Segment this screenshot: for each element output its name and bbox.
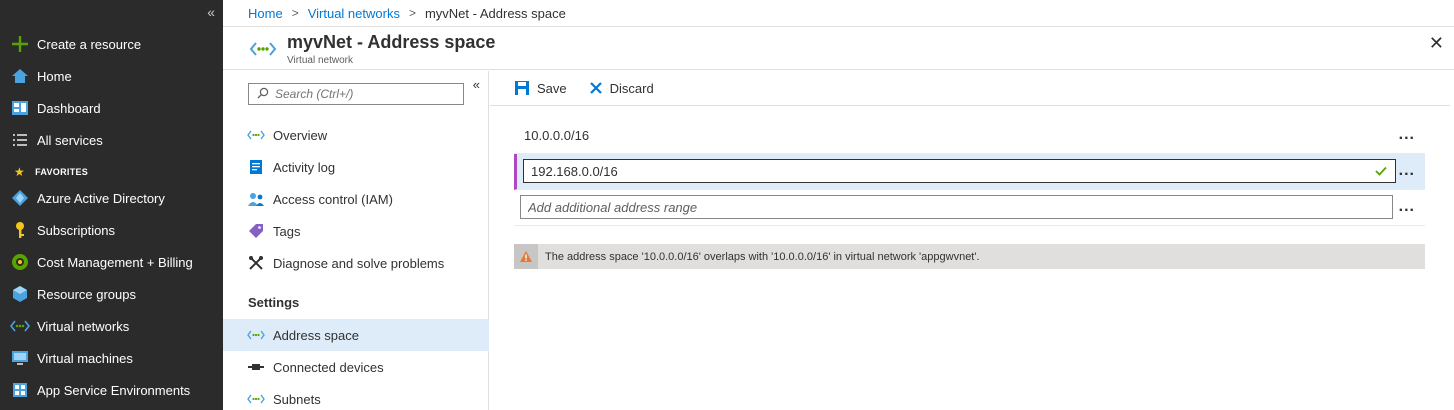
nav-item-label: Home	[37, 68, 72, 84]
activity-log-icon	[247, 158, 265, 176]
search-icon	[257, 87, 269, 102]
app-service-icon	[10, 380, 30, 400]
search-box[interactable]	[248, 83, 464, 105]
valid-check-icon	[1375, 164, 1387, 179]
chevron-right-icon: >	[408, 6, 416, 20]
breadcrumb-home[interactable]: Home	[248, 6, 283, 21]
vnet-icon	[249, 39, 277, 59]
menu-item-connected-devices[interactable]: Connected devices	[223, 351, 489, 383]
nav-cost-management[interactable]: Cost Management + Billing	[0, 246, 223, 278]
more-options-icon[interactable]: ...	[1399, 126, 1415, 144]
nav-azure-active-directory[interactable]: Azure Active Directory	[0, 182, 223, 214]
address-row-editing: ...	[514, 154, 1425, 190]
vm-icon	[10, 348, 30, 368]
menu-item-address-space[interactable]: Address space	[223, 319, 489, 351]
warning-text: The address space '10.0.0.0/16' overlaps…	[545, 250, 980, 263]
more-options-icon[interactable]: ...	[1399, 198, 1415, 216]
add-address-range-input[interactable]	[520, 195, 1393, 219]
menu-item-label: Subnets	[273, 391, 321, 407]
page-title: myvNet - Address space	[287, 32, 496, 52]
nav-item-label: Virtual networks	[37, 318, 130, 334]
collapse-nav-button[interactable]: «	[207, 4, 215, 20]
address-value: 10.0.0.0/16	[524, 128, 590, 143]
discard-button[interactable]: Discard	[589, 81, 654, 96]
section-settings: Settings	[248, 295, 300, 310]
list-icon	[10, 130, 30, 150]
nav-home[interactable]: Home	[0, 60, 223, 92]
save-button[interactable]: Save	[514, 80, 567, 96]
nav-item-label: Virtual machines	[37, 350, 133, 366]
breadcrumb-current: myvNet - Address space	[424, 5, 566, 21]
vnet-icon	[247, 126, 265, 144]
warning-icon	[514, 244, 538, 269]
vnet-icon	[10, 316, 30, 336]
plus-icon	[10, 34, 30, 54]
wrench-icon	[247, 254, 265, 272]
more-options-icon[interactable]: ...	[1399, 162, 1415, 180]
nav-app-service-environments[interactable]: App Service Environments	[0, 374, 223, 406]
nav-resource-groups[interactable]: Resource groups	[0, 278, 223, 310]
plug-icon	[247, 358, 265, 376]
menu-item-diagnose[interactable]: Diagnose and solve problems	[223, 247, 489, 279]
menu-item-label: Activity log	[273, 159, 336, 175]
discard-icon	[589, 81, 603, 95]
nav-item-label: Resource groups	[37, 286, 136, 302]
nav-item-label: Azure Active Directory	[37, 190, 165, 206]
nav-dashboard[interactable]: Dashboard	[0, 92, 223, 124]
save-label: Save	[537, 80, 567, 96]
resource-menu: « Overview Activity log Access control (…	[223, 71, 489, 410]
menu-item-label: Diagnose and solve problems	[273, 255, 445, 271]
cost-icon	[10, 252, 30, 272]
home-icon	[10, 66, 30, 86]
star-icon: ★	[14, 165, 26, 179]
favorites-header: ★ FAVORITES	[14, 165, 89, 179]
vnet-icon	[247, 390, 265, 408]
menu-item-label: Tags	[273, 223, 301, 239]
discard-label: Discard	[609, 80, 654, 96]
breadcrumb-virtual-networks[interactable]: Virtual networks	[308, 6, 400, 21]
save-icon	[514, 80, 530, 96]
menu-item-activity-log[interactable]: Activity log	[223, 151, 489, 183]
search-input[interactable]	[275, 87, 455, 101]
iam-icon	[247, 190, 265, 208]
menu-item-access-control[interactable]: Access control (IAM)	[223, 183, 489, 215]
menu-item-subnets[interactable]: Subnets	[223, 383, 489, 410]
tag-icon	[247, 222, 265, 240]
menu-item-label: Connected devices	[273, 359, 384, 375]
command-bar: Save Discard	[490, 71, 1450, 106]
address-row-add: ...	[514, 190, 1425, 226]
vnet-icon	[247, 326, 265, 344]
menu-item-label: Access control (IAM)	[273, 191, 393, 207]
azure-ad-icon	[10, 188, 30, 208]
address-range-input[interactable]	[523, 159, 1396, 183]
nav-item-label: Dashboard	[37, 100, 101, 116]
nav-virtual-networks[interactable]: Virtual networks	[0, 310, 223, 342]
nav-virtual-machines[interactable]: Virtual machines	[0, 342, 223, 374]
menu-item-label: Address space	[273, 327, 359, 343]
content-pane: Save Discard 10.0.0.0/16 ... ... ... The…	[490, 71, 1450, 410]
nav-subscriptions[interactable]: Subscriptions	[0, 214, 223, 246]
nav-item-label: Create a resource	[37, 36, 142, 52]
menu-item-tags[interactable]: Tags	[223, 215, 489, 247]
nav-create-resource[interactable]: Create a resource	[0, 28, 223, 60]
menu-item-label: Overview	[273, 127, 328, 143]
address-row-existing: 10.0.0.0/16 ...	[514, 118, 1425, 154]
nav-item-label: Subscriptions	[37, 222, 116, 238]
menu-item-overview[interactable]: Overview	[223, 119, 489, 151]
overlap-warning: The address space '10.0.0.0/16' overlaps…	[514, 244, 1425, 269]
nav-item-label: App Service Environments	[37, 382, 191, 398]
close-icon[interactable]: ✕	[1429, 33, 1444, 54]
chevron-right-icon: >	[291, 6, 299, 20]
left-navigation: « Create a resource Home Dashboard All s…	[0, 0, 223, 410]
nav-item-label: All services	[37, 132, 103, 148]
dashboard-icon	[10, 98, 30, 118]
nav-all-services[interactable]: All services	[0, 124, 223, 156]
page-subtitle: Virtual network	[287, 55, 353, 66]
collapse-menu-button[interactable]: «	[473, 77, 480, 92]
blade-header: myvNet - Address space Virtual network ✕	[223, 26, 1454, 70]
resource-group-icon	[10, 284, 30, 304]
nav-item-label: Cost Management + Billing	[37, 254, 193, 270]
key-icon	[10, 220, 30, 240]
breadcrumb: Home > Virtual networks > myvNet - Addre…	[223, 0, 1454, 26]
